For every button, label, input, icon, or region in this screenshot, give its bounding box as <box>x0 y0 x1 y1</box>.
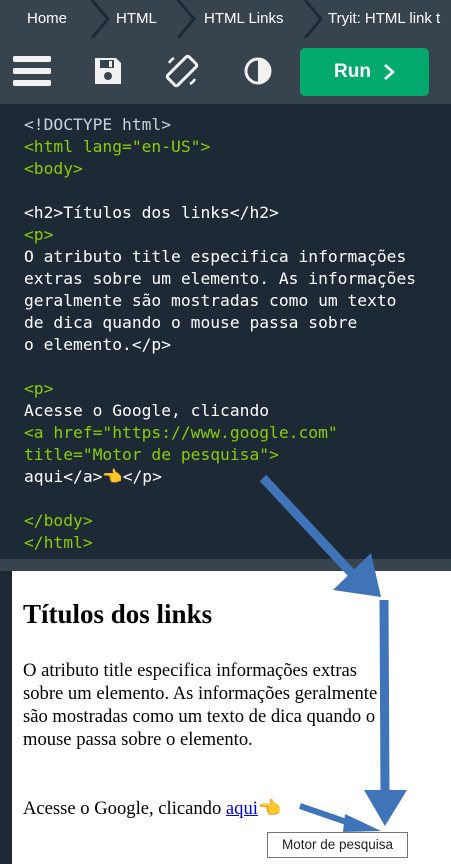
save-icon[interactable] <box>90 38 126 104</box>
breadcrumb-home[interactable]: Home <box>27 0 67 38</box>
pointing-hand-emoji: 👈 <box>257 798 282 819</box>
code-line: aqui</a>👈</p> <box>24 467 162 486</box>
breadcrumb-current: Tryit: HTML link t <box>328 10 441 27</box>
link-prefix-text: Acesse o Google, clicando <box>23 798 226 819</box>
code-line: <p> <box>24 379 54 398</box>
breadcrumb-html-links[interactable]: HTML Links <box>204 0 283 38</box>
code-line: <body> <box>24 159 83 178</box>
result-heading: Títulos dos links <box>23 599 213 629</box>
code-line: o elemento.</p> <box>24 335 172 354</box>
code-line: <!DOCTYPE html> <box>24 115 172 134</box>
code-editor[interactable]: <!DOCTYPE html> <html lang="en-US"> <bod… <box>12 104 451 559</box>
code-line: Acesse o Google, clicando <box>24 401 270 420</box>
menu-icon[interactable] <box>12 38 52 104</box>
run-label: Run <box>334 61 371 82</box>
run-button[interactable]: Run <box>300 48 429 96</box>
code-line: O atributo title especifica informações <box>24 247 407 266</box>
breadcrumb-chevron-icon <box>303 0 323 38</box>
pane-divider[interactable] <box>0 559 451 571</box>
code-line: de dica quando o mouse passa sobre <box>24 313 358 332</box>
chevron-right-icon <box>384 64 395 80</box>
code-line: extras sobre um elemento. As informações <box>24 269 417 288</box>
rotate-icon[interactable] <box>162 38 202 104</box>
breadcrumb-chevron-icon <box>90 0 110 38</box>
code-line: <a href="https://www.google.com" <box>24 423 338 442</box>
breadcrumb-chevron-icon <box>176 0 196 38</box>
code-line: <h2>Títulos dos links</h2> <box>24 203 279 222</box>
code-line: geralmente são mostradas como um texto <box>24 291 397 310</box>
code-line: </html> <box>24 533 93 552</box>
code-line: </body> <box>24 511 93 530</box>
breadcrumb-html[interactable]: HTML <box>116 0 157 38</box>
code-text[interactable]: <!DOCTYPE html> <html lang="en-US"> <bod… <box>24 114 416 554</box>
code-line: <html lang="en-US"> <box>24 137 211 156</box>
google-link[interactable]: aqui <box>226 798 258 819</box>
code-line: title="Motor de pesquisa"> <box>24 445 279 464</box>
breadcrumb: Home HTML HTML Links Tryit: HTML link t <box>0 0 451 38</box>
result-pane: Títulos dos links O atributo title espec… <box>12 571 451 864</box>
result-paragraph: O atributo title especifica informações … <box>23 660 378 750</box>
link-tooltip: Motor de pesquisa <box>267 832 408 858</box>
code-line: <p> <box>24 225 54 244</box>
theme-toggle-icon[interactable] <box>240 38 276 104</box>
result-link-paragraph: Acesse o Google, clicando aqui👈 <box>23 797 281 820</box>
